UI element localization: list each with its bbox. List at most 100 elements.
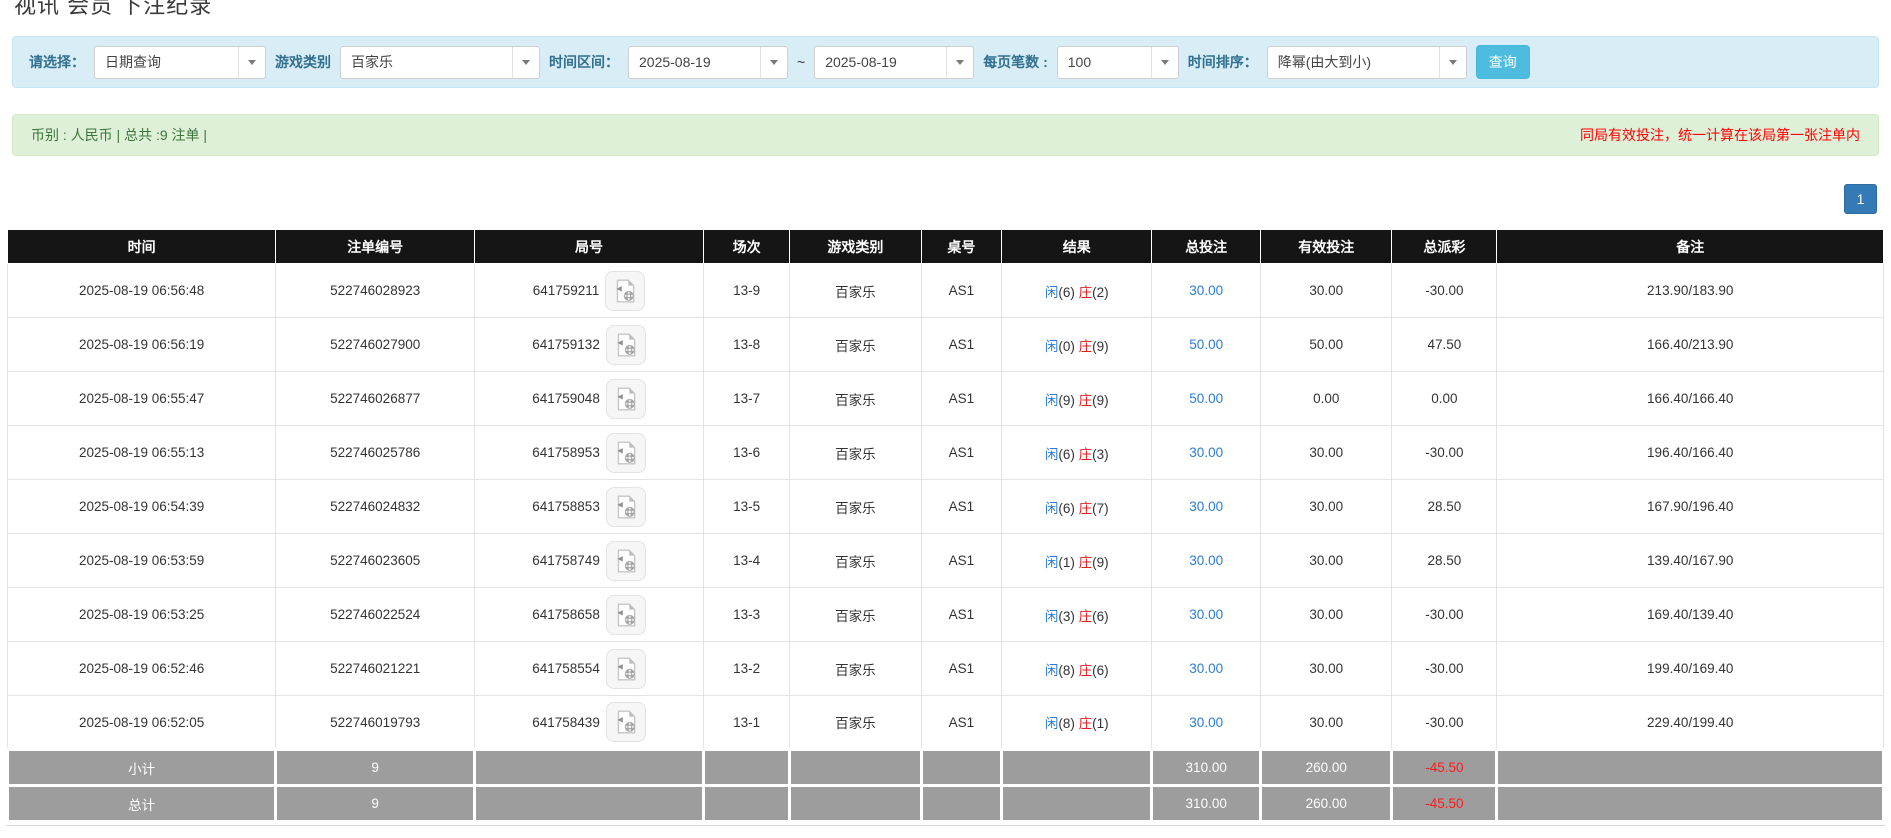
total-row-cell-7: 310.00: [1152, 786, 1261, 822]
subtotal-row-cell-10: [1497, 750, 1884, 786]
cell-bet-id: 522746027900: [276, 318, 475, 372]
result-banker-value: (6): [1092, 663, 1109, 678]
chevron-down-icon[interactable]: [238, 47, 265, 78]
cell-round-id: 641758953: [475, 426, 704, 480]
cell-game-type: 百家乐: [790, 642, 921, 696]
cell-remark: 213.90/183.90: [1497, 264, 1884, 318]
result-player-value: (8): [1058, 716, 1078, 731]
cell-session: 13-9: [703, 264, 789, 318]
video-replay-button[interactable]: [606, 379, 646, 419]
cell-game-type: 百家乐: [790, 696, 921, 750]
same-round-notice: 同局有效投注，统一计算在该局第一张注单内: [1580, 125, 1860, 145]
video-replay-button[interactable]: [605, 271, 645, 311]
time-sort-value: 降幂(由大到小): [1268, 47, 1439, 78]
chevron-down-icon[interactable]: [1151, 47, 1178, 78]
column-header-3: 场次: [703, 230, 789, 264]
cell-round-id: 641758554: [475, 642, 704, 696]
cell-session: 13-5: [703, 480, 789, 534]
cell-total-bet[interactable]: 30.00: [1152, 426, 1261, 480]
video-replay-icon: [612, 278, 638, 304]
subtotal-row-cell-0: 小计: [8, 750, 276, 786]
page-button-1[interactable]: 1: [1844, 184, 1877, 214]
table-row: 2025-08-19 06:54:39522746024832641758853…: [8, 480, 1884, 534]
chevron-down-icon[interactable]: [1439, 47, 1466, 78]
cell-remark: 139.40/167.90: [1497, 534, 1884, 588]
currency-total-text: 币别 : 人民币 | 总共 :9 注单 |: [31, 125, 207, 145]
cell-round-id: 641759048: [475, 372, 704, 426]
video-replay-button[interactable]: [606, 433, 646, 473]
cell-bet-id: 522746021221: [276, 642, 475, 696]
table-row: 2025-08-19 06:53:59522746023605641758749…: [8, 534, 1884, 588]
time-sort-select[interactable]: 降幂(由大到小): [1267, 46, 1467, 79]
table-row: 2025-08-19 06:55:13522746025786641758953…: [8, 426, 1884, 480]
total-bet-link: 30.00: [1189, 715, 1223, 730]
date-to-value: 2025-08-19: [815, 47, 946, 78]
cell-valid-bet: 30.00: [1261, 588, 1392, 642]
cell-total-bet[interactable]: 30.00: [1152, 588, 1261, 642]
video-replay-button[interactable]: [606, 649, 646, 689]
total-row-cell-9: -45.50: [1392, 786, 1497, 822]
video-replay-button[interactable]: [606, 702, 646, 742]
video-replay-button[interactable]: [606, 595, 646, 635]
cell-round-id: 641758853: [475, 480, 704, 534]
chevron-down-icon[interactable]: [760, 47, 787, 78]
cell-total-bet[interactable]: 30.00: [1152, 696, 1261, 750]
search-button[interactable]: 查询: [1476, 45, 1530, 79]
result-banker-label: 庄: [1079, 447, 1093, 462]
video-replay-button[interactable]: [606, 487, 646, 527]
subtotal-row-cell-1: 9: [276, 750, 475, 786]
cell-table-no: AS1: [921, 696, 1002, 750]
cell-total-bet[interactable]: 50.00: [1152, 372, 1261, 426]
cell-total-bet[interactable]: 30.00: [1152, 480, 1261, 534]
cell-result: 闲(6) 庄(7): [1002, 480, 1152, 534]
result-player-label: 闲: [1045, 285, 1059, 300]
cell-bet-id: 522746024832: [276, 480, 475, 534]
chevron-down-icon[interactable]: [946, 47, 973, 78]
video-replay-button[interactable]: [606, 541, 646, 581]
game-type-select[interactable]: 百家乐: [340, 46, 540, 79]
cell-payout: 28.50: [1392, 480, 1497, 534]
cell-payout: -30.00: [1392, 696, 1497, 750]
video-replay-icon: [613, 709, 639, 735]
cell-valid-bet: 30.00: [1261, 696, 1392, 750]
video-replay-icon: [613, 602, 639, 628]
round-number: 641758658: [532, 607, 600, 622]
page-size-select[interactable]: 100: [1057, 46, 1179, 79]
total-row-cell-0: 总计: [8, 786, 276, 822]
cell-payout: -30.00: [1392, 642, 1497, 696]
chevron-down-icon[interactable]: [512, 47, 539, 78]
page-size-value: 100: [1058, 47, 1151, 78]
info-bar: 币别 : 人民币 | 总共 :9 注单 | 同局有效投注，统一计算在该局第一张注…: [12, 114, 1879, 156]
subtotal-row-cell-2: [475, 750, 704, 786]
time-range-label: 时间区间：: [549, 52, 619, 72]
cell-round-id: 641758749: [475, 534, 704, 588]
game-type-value: 百家乐: [341, 47, 512, 78]
round-number: 641759048: [532, 391, 600, 406]
table-header-row: 时间注单编号局号场次游戏类别桌号结果总投注有效投注总派彩备注: [8, 230, 1884, 264]
total-row: 总计9310.00260.00-45.50: [8, 786, 1884, 822]
cell-bet-id: 522746022524: [276, 588, 475, 642]
cell-game-type: 百家乐: [790, 318, 921, 372]
cell-result: 闲(8) 庄(1): [1002, 696, 1152, 750]
cell-total-bet[interactable]: 30.00: [1152, 642, 1261, 696]
cell-remark: 169.40/139.40: [1497, 588, 1884, 642]
cell-total-bet[interactable]: 30.00: [1152, 264, 1261, 318]
cell-result: 闲(8) 庄(6): [1002, 642, 1152, 696]
result-player-label: 闲: [1045, 501, 1059, 516]
total-row-cell-3: [703, 786, 789, 822]
cell-total-bet[interactable]: 50.00: [1152, 318, 1261, 372]
cell-table-no: AS1: [921, 534, 1002, 588]
subtotal-row: 小计9310.00260.00-45.50: [8, 750, 1884, 786]
query-type-select[interactable]: 日期查询: [94, 46, 266, 79]
cell-valid-bet: 30.00: [1261, 426, 1392, 480]
total-row-cell-4: [790, 786, 921, 822]
result-player-value: (6): [1058, 447, 1078, 462]
video-replay-button[interactable]: [606, 325, 646, 365]
column-header-2: 局号: [475, 230, 704, 264]
table-row: 2025-08-19 06:52:05522746019793641758439…: [8, 696, 1884, 750]
round-number: 641759132: [532, 337, 600, 352]
cell-table-no: AS1: [921, 642, 1002, 696]
date-to-select[interactable]: 2025-08-19: [814, 46, 974, 79]
date-from-select[interactable]: 2025-08-19: [628, 46, 788, 79]
cell-total-bet[interactable]: 30.00: [1152, 534, 1261, 588]
